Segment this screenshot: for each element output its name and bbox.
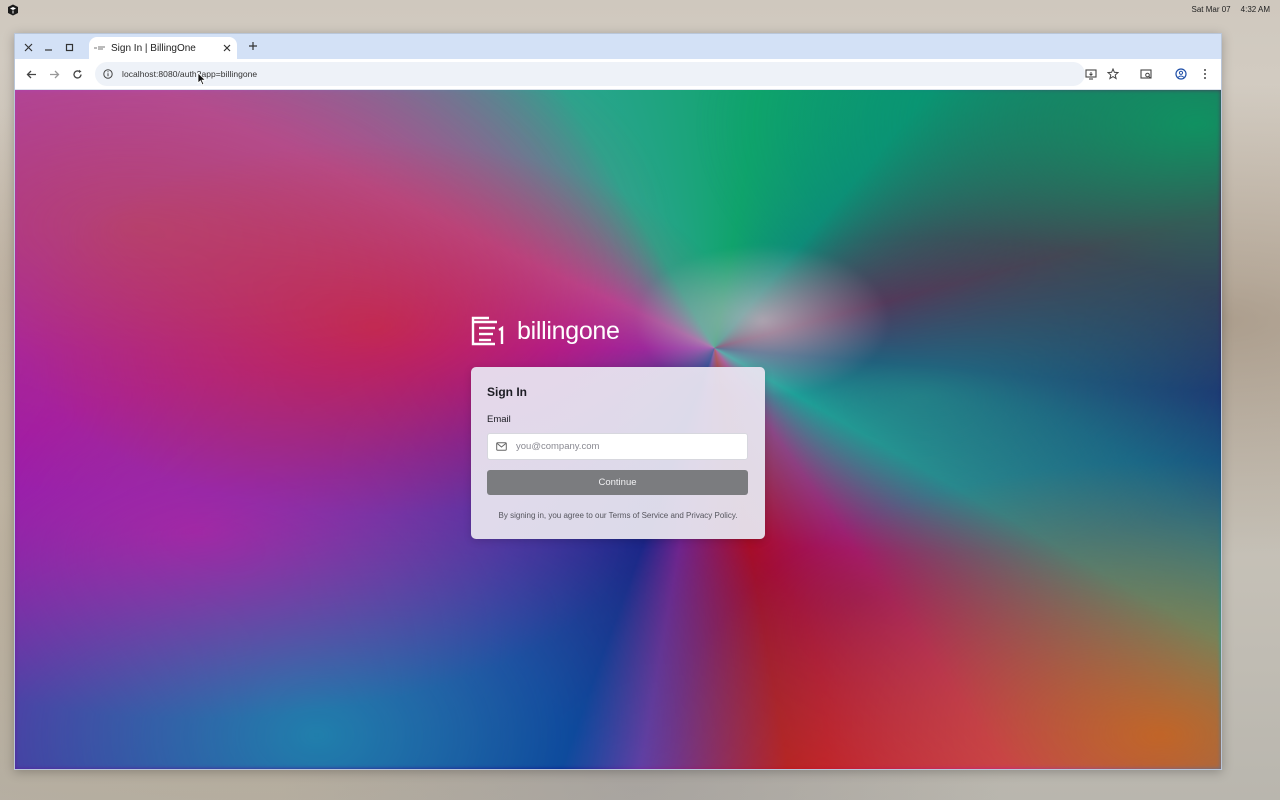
mail-icon [496, 441, 508, 453]
minimize-window-icon[interactable] [39, 38, 57, 56]
browser-window: Sign In | BillingOne localhost:8080/auth… [14, 33, 1222, 770]
new-tab-icon[interactable] [245, 38, 261, 54]
bookmark-star-icon[interactable] [1104, 65, 1122, 83]
browser-toolbar: localhost:8080/auth?app=billingone [15, 59, 1221, 90]
tab-strip: Sign In | BillingOne [15, 34, 1221, 59]
system-logo-icon[interactable] [7, 4, 19, 16]
system-time: 4:32 AM [1240, 5, 1270, 14]
tab-close-icon[interactable] [219, 40, 235, 56]
reading-mode-icon[interactable] [1137, 65, 1155, 83]
billingone-logo-icon [471, 316, 508, 346]
system-clock[interactable]: Sat Mar 07 4:32 AM [1192, 5, 1271, 14]
site-info-icon[interactable] [101, 67, 115, 81]
brand-name: billingone [517, 316, 620, 345]
email-field[interactable] [487, 433, 748, 460]
close-window-icon[interactable] [19, 38, 37, 56]
profile-icon[interactable] [1172, 65, 1190, 83]
maximize-window-icon[interactable] [60, 38, 78, 56]
menu-kebab-icon[interactable] [1196, 65, 1214, 83]
back-arrow-icon[interactable] [22, 65, 40, 83]
mouse-cursor-icon [197, 72, 207, 86]
install-app-icon[interactable] [1082, 65, 1100, 83]
address-bar[interactable]: localhost:8080/auth?app=billingone [95, 62, 1085, 86]
email-label: Email [487, 414, 511, 425]
url-text: localhost:8080/auth?app=billingone [122, 69, 258, 79]
tab-title: Sign In | BillingOne [111, 42, 196, 54]
email-input[interactable] [514, 440, 738, 453]
card-title: Sign In [487, 385, 527, 399]
legal-text: By signing in, you agree to our Terms of… [498, 511, 738, 520]
system-top-bar: Sat Mar 07 4:32 AM [0, 0, 1280, 19]
page-viewport: billingone Sign In Email Continue By sig… [15, 90, 1221, 769]
tab-sign-in[interactable]: Sign In | BillingOne [89, 37, 237, 59]
system-date: Sat Mar 07 [1191, 5, 1231, 14]
reload-icon[interactable] [68, 65, 86, 83]
forward-arrow-icon[interactable] [45, 65, 63, 83]
sign-in-card: Sign In Email Continue By signing in, yo… [471, 367, 765, 539]
continue-button[interactable]: Continue [487, 470, 748, 495]
tab-favicon-icon [94, 44, 106, 52]
brand-header: billingone [471, 316, 620, 346]
